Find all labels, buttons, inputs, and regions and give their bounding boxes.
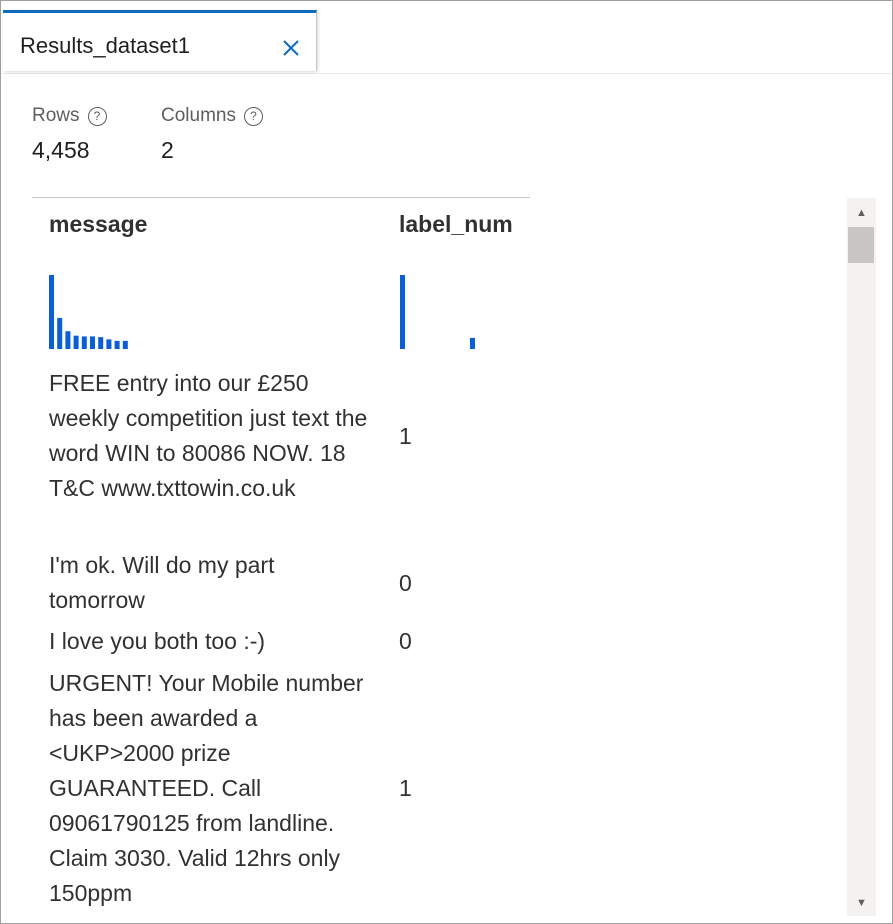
vertical-scrollbar[interactable]: ▲ ▼ (847, 198, 876, 916)
label-num-cell: 1 (399, 422, 412, 449)
dataset-viewer: Results_dataset1 Rows ? 4,458 Columns ? … (0, 0, 893, 924)
help-icon[interactable]: ? (243, 106, 263, 126)
tab-results-dataset1[interactable]: Results_dataset1 (3, 10, 317, 71)
rows-stat: Rows ? 4,458 (32, 105, 107, 164)
tab-label: Results_dataset1 (20, 33, 190, 58)
tab-strip: Results_dataset1 (1, 1, 892, 74)
column-header-label-num[interactable]: label_num (399, 211, 513, 238)
histogram-bar (90, 336, 95, 349)
histogram-bar (65, 331, 71, 349)
histogram-bar (81, 336, 87, 349)
message-cell: URGENT! Your Mobile number has been awar… (49, 670, 364, 906)
message-cell: I love you both too :-) (49, 628, 266, 654)
label-num-cell: 0 (399, 628, 412, 654)
histogram-bar (98, 337, 104, 349)
column-header-message[interactable]: message (49, 211, 147, 238)
close-icon[interactable] (280, 37, 302, 59)
histogram-bar (122, 340, 128, 349)
help-icon[interactable]: ? (87, 106, 107, 126)
scrollbar-thumb[interactable] (848, 227, 874, 263)
divider (32, 197, 530, 198)
message-histogram (49, 275, 128, 349)
histogram-bar (400, 275, 405, 349)
scroll-up-arrow-icon[interactable]: ▲ (847, 202, 876, 224)
histogram-bar (73, 335, 79, 349)
message-cell: FREE entry into our £250 weekly competit… (49, 370, 368, 501)
columns-label: Columns (161, 105, 236, 126)
scroll-down-arrow-icon[interactable]: ▼ (847, 892, 876, 914)
histogram-bar (114, 340, 120, 349)
histogram-bar (470, 337, 475, 349)
rows-label: Rows (32, 105, 80, 126)
table-row[interactable]: FREE entry into our £250 weekly competit… (49, 366, 412, 506)
label-num-cell: 0 (399, 569, 412, 596)
histogram-bar (106, 339, 112, 349)
label-num-cell: 1 (399, 775, 412, 801)
rows-value: 4,458 (32, 137, 90, 163)
columns-value: 2 (161, 137, 174, 163)
histogram-bar (49, 275, 54, 349)
message-cell: I'm ok. Will do my part tomorrow (49, 552, 275, 613)
table-row[interactable]: URGENT! Your Mobile number has been awar… (49, 666, 412, 911)
label-num-histogram (400, 275, 475, 349)
table-row[interactable]: I love you both too :-) 0 (49, 624, 412, 659)
table-row[interactable]: I'm ok. Will do my part tomorrow 0 (49, 548, 412, 618)
histogram-bar (57, 317, 63, 349)
columns-stat: Columns ? 2 (161, 105, 263, 164)
